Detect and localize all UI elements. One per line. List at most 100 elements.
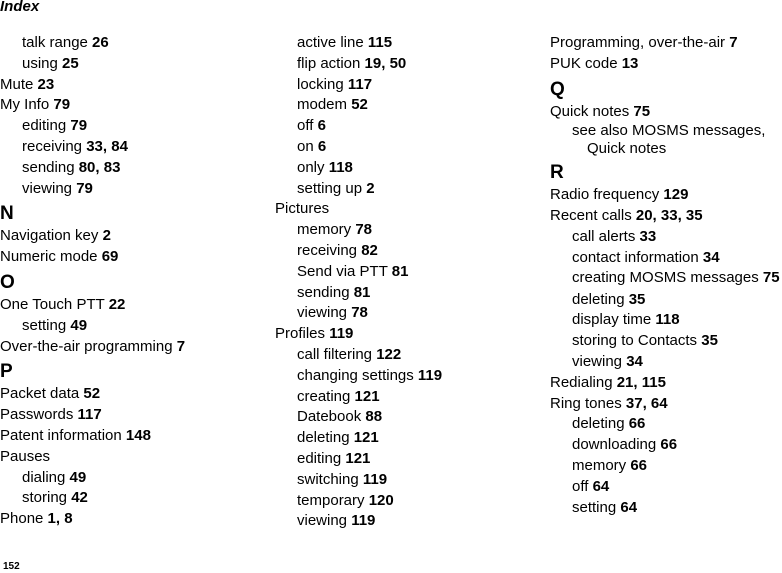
- index-subentry: setting 49: [0, 316, 260, 337]
- index-subentry: locking 117: [275, 75, 535, 96]
- page-reference[interactable]: 129: [663, 186, 688, 203]
- page-reference[interactable]: 121: [355, 388, 380, 405]
- page-reference[interactable]: 80, 83: [79, 159, 121, 176]
- index-letter-heading: P: [0, 361, 13, 383]
- index-term: using: [22, 54, 58, 72]
- index-subentry: using 25: [0, 54, 260, 75]
- index-entry: Pictures: [275, 199, 535, 220]
- page-reference[interactable]: 119: [351, 512, 375, 529]
- page-reference[interactable]: 1, 8: [48, 510, 73, 527]
- page-reference[interactable]: 66: [629, 415, 646, 432]
- page-reference[interactable]: 66: [660, 436, 677, 453]
- page-reference[interactable]: 118: [655, 311, 679, 328]
- page-reference[interactable]: 19, 50: [365, 55, 407, 72]
- index-term: setting: [22, 316, 67, 334]
- page-reference[interactable]: 6: [318, 138, 326, 155]
- index-term: temporary: [297, 491, 365, 509]
- index-subentry: active line 115: [275, 33, 535, 54]
- page-reference[interactable]: 82: [361, 242, 378, 259]
- index-subentry: modem 52: [275, 95, 535, 116]
- page-reference[interactable]: 78: [351, 304, 368, 321]
- page-reference[interactable]: 25: [62, 55, 79, 72]
- page-reference[interactable]: 66: [630, 457, 647, 474]
- page-reference[interactable]: 117: [78, 406, 102, 423]
- index-subentry: memory 66: [550, 456, 782, 477]
- index-term: sending: [22, 158, 75, 176]
- page-reference[interactable]: 35: [629, 291, 646, 308]
- index-subentry: see also MOSMS messages, Quick notes: [550, 122, 782, 158]
- page-reference[interactable]: 49: [70, 469, 87, 486]
- index-term: Programming, over-the-air: [550, 34, 726, 51]
- page-reference[interactable]: 7: [729, 34, 737, 51]
- page-reference[interactable]: 20, 33, 35: [636, 207, 703, 224]
- index-term: viewing: [572, 352, 623, 370]
- page-reference[interactable]: 79: [76, 180, 93, 197]
- page-reference[interactable]: 118: [329, 159, 353, 176]
- index-subentry: call alerts 33: [550, 227, 782, 248]
- page-reference[interactable]: 26: [92, 34, 109, 51]
- page-reference[interactable]: 81: [392, 263, 409, 280]
- index-term: display time: [572, 311, 652, 329]
- index-subentry: deleting 121: [275, 428, 535, 449]
- page-reference[interactable]: 13: [622, 55, 639, 72]
- page-reference[interactable]: 75: [633, 103, 650, 120]
- page-reference[interactable]: 2: [366, 180, 374, 197]
- page-reference[interactable]: 33, 84: [86, 138, 128, 155]
- page-reference[interactable]: 121: [354, 429, 379, 446]
- index-term: creating MOSMS messages: [572, 268, 759, 286]
- page-reference[interactable]: 148: [126, 427, 151, 444]
- index-entry: Packet data 52: [0, 384, 260, 405]
- index-term: locking: [297, 75, 344, 93]
- page-reference[interactable]: 78: [355, 221, 372, 238]
- index-term: My Info: [0, 96, 50, 114]
- index-entry: Redialing 21, 115: [550, 373, 782, 394]
- index-term: viewing: [297, 512, 348, 530]
- index-entry: Recent calls 20, 33, 35: [550, 206, 782, 227]
- index-term: setting: [572, 498, 617, 516]
- page-reference[interactable]: 122: [376, 346, 401, 363]
- page-reference[interactable]: 33: [640, 228, 657, 245]
- page-reference[interactable]: 120: [369, 492, 394, 509]
- page-reference[interactable]: 22: [109, 296, 126, 313]
- index-term: Ring tones: [550, 394, 622, 412]
- page-reference[interactable]: 23: [38, 76, 55, 93]
- index-subentry: storing 42: [0, 488, 260, 509]
- page-reference[interactable]: 34: [626, 353, 643, 370]
- index-term: downloading: [572, 436, 657, 454]
- page-reference[interactable]: 7: [177, 338, 185, 355]
- index-subentry: dialing 49: [0, 468, 260, 489]
- page-reference[interactable]: 81: [354, 284, 371, 301]
- index-subentry: on 6: [275, 137, 535, 158]
- index-subentry: storing to Contacts 35: [550, 331, 782, 352]
- index-term: Over-the-air programming: [0, 337, 173, 355]
- page-reference[interactable]: 69: [102, 248, 119, 265]
- index-term: Phone: [0, 510, 44, 528]
- page-reference[interactable]: 75: [763, 269, 780, 286]
- page-reference[interactable]: 42: [71, 489, 88, 506]
- index-subentry: downloading 66: [550, 435, 782, 456]
- page-reference[interactable]: 2: [103, 227, 111, 244]
- page-reference[interactable]: 64: [620, 499, 637, 516]
- page-reference[interactable]: 79: [70, 117, 87, 134]
- page-reference[interactable]: 64: [593, 478, 610, 495]
- page-reference[interactable]: 79: [53, 96, 70, 113]
- page-reference[interactable]: 115: [368, 34, 392, 51]
- index-term: Pauses: [0, 447, 51, 465]
- page-reference[interactable]: 52: [351, 96, 368, 113]
- page-reference[interactable]: 88: [365, 408, 382, 425]
- index-letter-heading: N: [0, 203, 14, 225]
- index-subentry: switching 119: [275, 470, 535, 491]
- page-reference[interactable]: 35: [701, 332, 718, 349]
- page-reference[interactable]: 119: [363, 471, 387, 488]
- page-reference[interactable]: 119: [329, 325, 353, 342]
- page-reference[interactable]: 49: [70, 317, 87, 334]
- index-letter-heading: R: [550, 162, 564, 184]
- page-reference[interactable]: 34: [703, 249, 720, 266]
- page-reference[interactable]: 117: [348, 76, 372, 93]
- page-reference[interactable]: 119: [418, 367, 442, 384]
- page-reference[interactable]: 37, 64: [626, 395, 668, 412]
- page-reference[interactable]: 6: [318, 117, 326, 134]
- page-reference[interactable]: 52: [83, 385, 100, 402]
- page-reference[interactable]: 21, 115: [617, 374, 666, 391]
- page-reference[interactable]: 121: [345, 450, 370, 467]
